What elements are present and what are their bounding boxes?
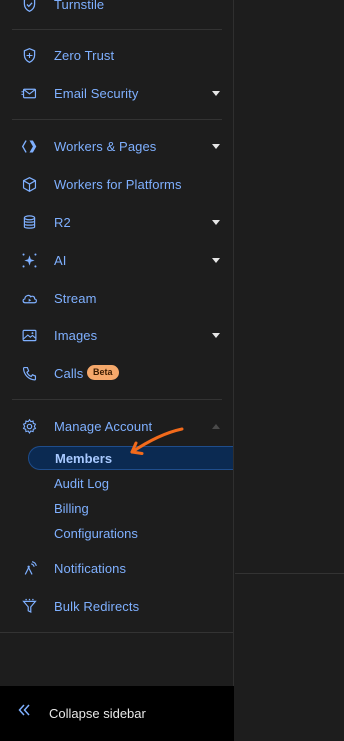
sidebar-divider	[0, 632, 233, 633]
sidebar-divider	[12, 29, 222, 30]
image-icon	[20, 326, 38, 344]
check-shield-icon	[20, 0, 38, 13]
cube-icon	[20, 175, 38, 193]
sidebar-item-workers-pages[interactable]: Workers & Pages	[0, 131, 233, 161]
double-chevron-left-icon	[17, 703, 31, 722]
sidebar-item-workers-for-platforms[interactable]: Workers for Platforms	[0, 169, 233, 199]
gear-icon	[20, 417, 38, 435]
subitem-audit-log[interactable]: Audit Log	[28, 471, 233, 495]
sidebar-item-label: Turnstile	[54, 0, 105, 12]
sidebar-item-label: Notifications	[54, 560, 127, 576]
sidebar-item-label: Stream	[54, 290, 97, 306]
sidebar-item-label: AI	[54, 252, 67, 268]
subitem-label: Audit Log	[54, 475, 109, 491]
sidebar-item-label: Bulk Redirects	[54, 598, 140, 614]
sidebar-item-images[interactable]: Images	[0, 320, 233, 350]
sidebar-item-label: Workers for Platforms	[54, 176, 182, 192]
chevron-down-icon[interactable]	[212, 219, 220, 225]
chevron-down-icon[interactable]	[212, 90, 220, 96]
subitem-label: Billing	[54, 500, 89, 516]
database-icon	[20, 213, 38, 231]
subitem-configurations[interactable]: Configurations	[28, 521, 233, 545]
phone-icon	[20, 364, 38, 382]
sidebar-item-ai[interactable]: AI	[0, 245, 233, 275]
sidebar-item-zero-trust[interactable]: Zero Trust	[0, 40, 233, 70]
sidebar-item-label: Images	[54, 327, 98, 343]
sidebar-item-bulk-redirects[interactable]: Bulk Redirects	[0, 591, 233, 621]
sidebar-item-manage-account[interactable]: Manage Account	[0, 411, 233, 441]
main-content-pane	[235, 0, 344, 741]
sidebar-item-r2[interactable]: R2	[0, 207, 233, 237]
chevron-up-icon[interactable]	[212, 423, 220, 429]
sidebar-item-label: Calls	[54, 365, 84, 381]
sidebar-item-notifications[interactable]: Notifications	[0, 553, 233, 583]
sidebar-divider	[12, 399, 222, 400]
content-divider	[235, 573, 344, 574]
sidebar-item-email-security[interactable]: Email Security	[0, 78, 233, 108]
chevron-down-icon[interactable]	[212, 257, 220, 263]
annotation-arrow	[130, 427, 184, 455]
subitem-label: Members	[55, 450, 113, 466]
collapse-sidebar-button[interactable]: Collapse sidebar	[0, 686, 234, 741]
sidebar-item-label: Email Security	[54, 85, 139, 101]
sidebar-item-stream[interactable]: Stream	[0, 283, 233, 313]
funnel-icon	[20, 597, 38, 615]
beta-badge: Beta	[87, 365, 119, 380]
chevron-down-icon[interactable]	[212, 143, 220, 149]
sparkle-icon	[20, 251, 38, 269]
subitem-billing[interactable]: Billing	[28, 496, 233, 520]
antenna-icon	[20, 559, 38, 577]
sidebar-divider	[12, 119, 222, 120]
subitem-label: Configurations	[54, 525, 138, 541]
sidebar-item-label: Workers & Pages	[54, 138, 157, 154]
sidebar-item-turnstile[interactable]: Turnstile	[0, 0, 233, 19]
envelope-icon	[20, 84, 38, 102]
cloud-play-icon	[20, 289, 38, 307]
sidebar-item-label: Zero Trust	[54, 47, 115, 63]
collapse-sidebar-label: Collapse sidebar	[49, 706, 146, 721]
chevron-down-icon[interactable]	[212, 332, 220, 338]
sidebar-item-label: R2	[54, 214, 71, 230]
workers-icon	[20, 137, 38, 155]
sidebar: Turnstile Zero Trust Email Security Work…	[0, 0, 234, 741]
sidebar-item-calls[interactable]: Calls Beta	[0, 358, 233, 388]
lock-shield-icon	[20, 46, 38, 64]
